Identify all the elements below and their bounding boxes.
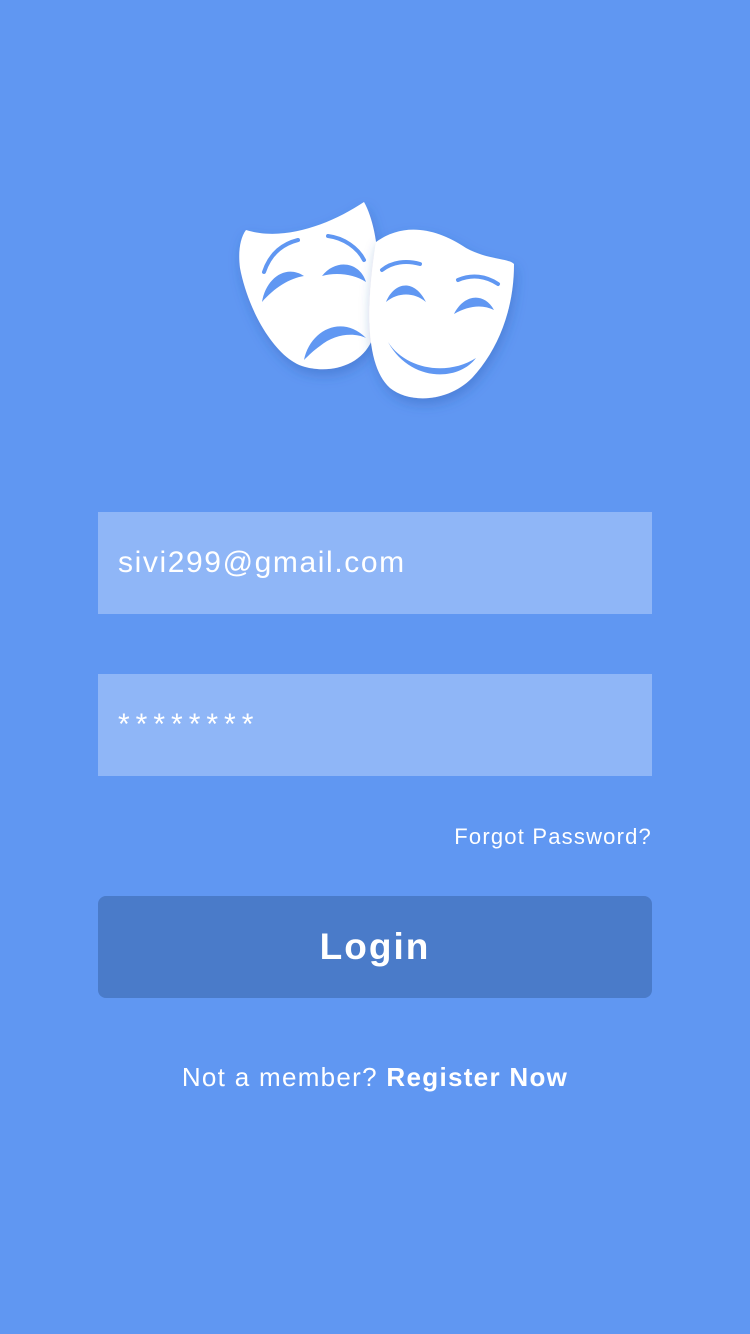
forgot-password-link[interactable]: Forgot Password?	[454, 824, 652, 850]
register-prompt-text: Not a member?	[181, 1062, 387, 1092]
login-button[interactable]: Login	[98, 896, 652, 998]
register-prompt-line: Not a member? Register Now	[0, 1062, 750, 1093]
email-field[interactable]	[98, 512, 652, 614]
theater-masks-icon	[236, 198, 516, 403]
register-now-link[interactable]: Register Now	[386, 1062, 568, 1092]
login-screen: Forgot Password? Login Not a member? Reg…	[0, 0, 750, 1334]
password-field[interactable]	[98, 674, 652, 776]
